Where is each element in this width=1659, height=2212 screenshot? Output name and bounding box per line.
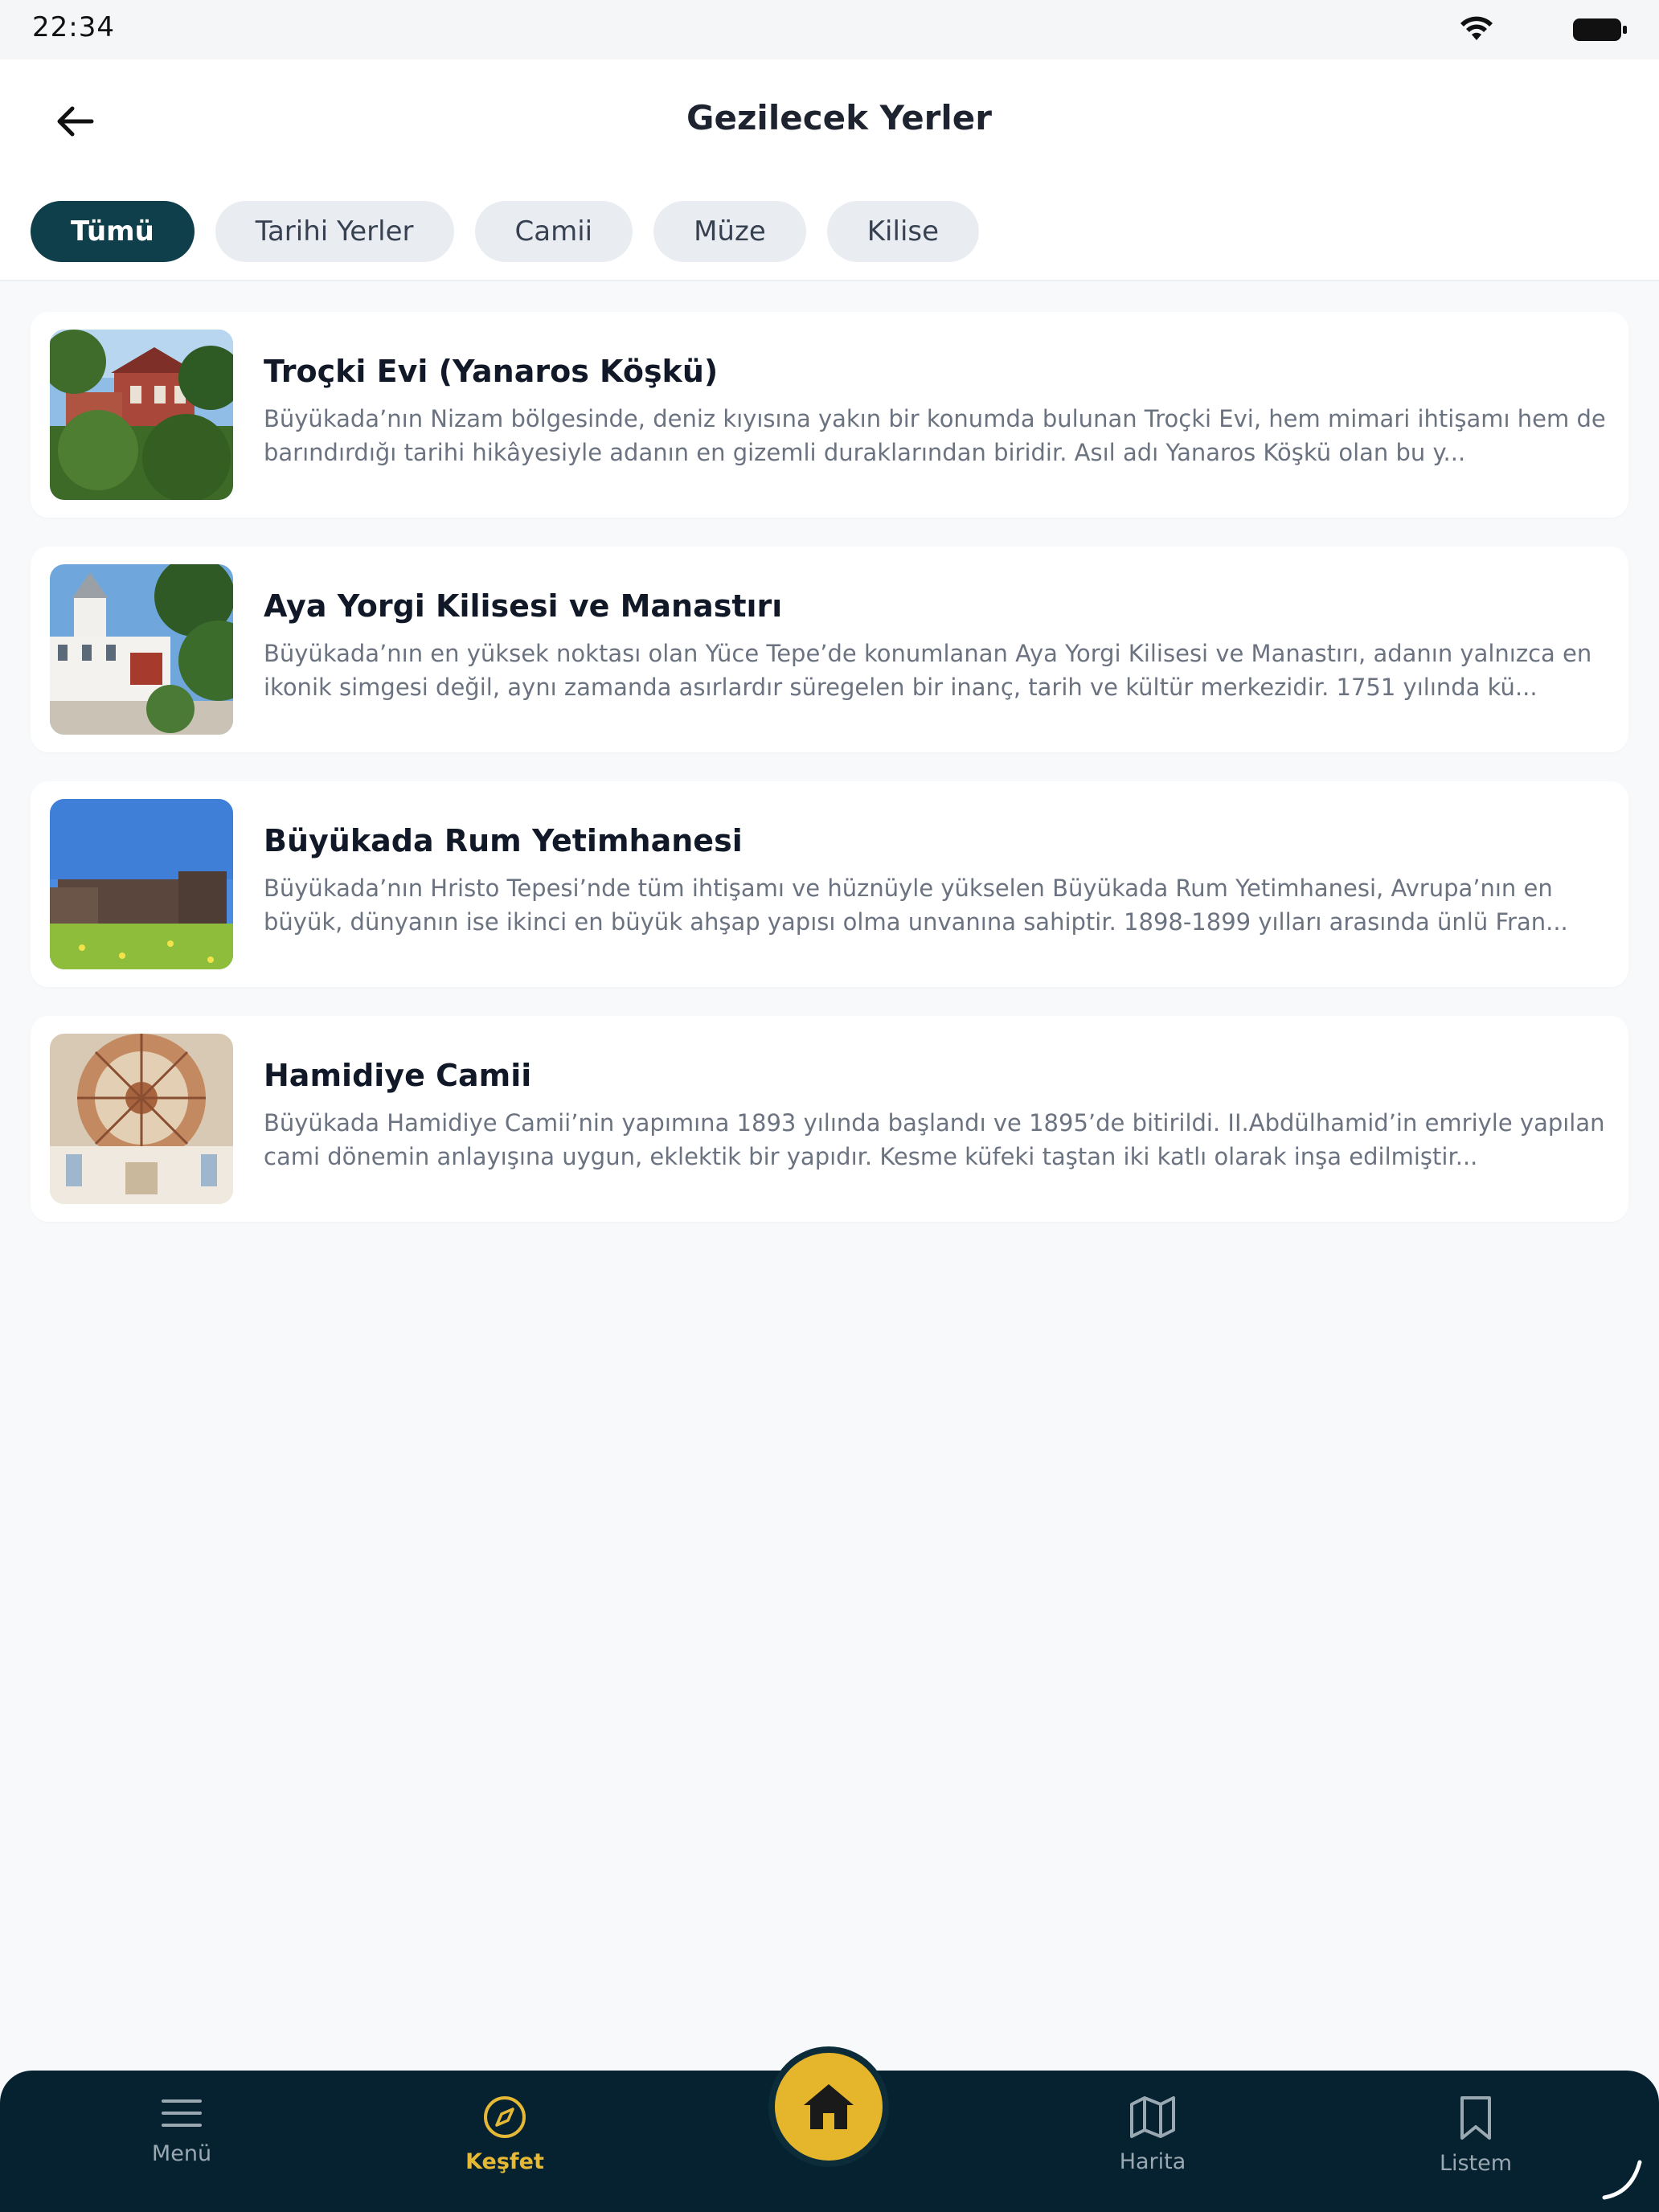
home-button[interactable] xyxy=(768,2046,889,2167)
place-thumbnail xyxy=(50,564,233,735)
place-thumbnail xyxy=(50,1034,233,1204)
mosque-dome-photo xyxy=(50,1034,233,1204)
scroll-indicator-icon xyxy=(1602,2160,1642,2200)
place-thumbnail xyxy=(50,799,233,969)
header: Gezilecek Yerler Tümü Tarihi Yerler Cami… xyxy=(0,59,1659,281)
filter-chip-all[interactable]: Tümü xyxy=(31,201,195,262)
monastery-photo xyxy=(50,564,233,735)
place-thumbnail xyxy=(50,330,233,500)
place-description: Büyükada’nın Nizam bölgesinde, deniz kıy… xyxy=(264,405,1606,466)
bookmark-icon xyxy=(1460,2096,1491,2140)
place-card[interactable]: Troçki Evi (Yanaros Köşkü) Büyükada’nın … xyxy=(31,312,1628,518)
status-time: 22:34 xyxy=(32,11,115,43)
red-mansion-photo xyxy=(50,330,233,500)
place-title: Hamidiye Camii xyxy=(264,1058,532,1093)
filter-chip-mosque[interactable]: Camii xyxy=(474,201,633,262)
nav-map-label: Harita xyxy=(1119,2149,1186,2174)
place-title: Aya Yorgi Kilisesi ve Manastırı xyxy=(264,588,783,624)
compass-icon xyxy=(484,2096,526,2138)
nav-explore[interactable]: Keşfet xyxy=(416,2095,593,2174)
nav-menu-label: Menü xyxy=(151,2141,212,2166)
home-icon xyxy=(804,2084,854,2129)
place-card[interactable]: Hamidiye Camii Büyükada Hamidiye Camii’n… xyxy=(31,1016,1628,1222)
place-description: Büyükada’nın en yüksek noktası olan Yüce… xyxy=(264,640,1592,701)
filter-chip-historic[interactable]: Tarihi Yerler xyxy=(215,201,454,262)
nav-list-label: Listem xyxy=(1439,2151,1513,2176)
filter-chip-museum[interactable]: Müze xyxy=(653,201,806,262)
place-card[interactable]: Aya Yorgi Kilisesi ve Manastırı Büyükada… xyxy=(31,547,1628,752)
filter-chip-church[interactable]: Kilise xyxy=(826,201,980,262)
place-description: Büyükada’nın Hristo Tepesi’nde tüm ihtiş… xyxy=(264,875,1568,936)
place-title: Troçki Evi (Yanaros Köşkü) xyxy=(264,354,719,389)
wifi-icon xyxy=(1460,16,1493,40)
nav-map[interactable]: Harita xyxy=(1064,2095,1241,2174)
place-description: Büyükada Hamidiye Camii’nin yapımına 189… xyxy=(264,1109,1605,1170)
status-bar: 22:34 xyxy=(0,0,1659,59)
nav-explore-label: Keşfet xyxy=(465,2149,544,2174)
nav-menu[interactable]: Menü xyxy=(93,2095,270,2166)
places-list: Troçki Evi (Yanaros Köşkü) Büyükada’nın … xyxy=(31,312,1628,1251)
page-title: Gezilecek Yerler xyxy=(686,98,992,137)
place-card[interactable]: Büyükada Rum Yetimhanesi Büyükada’nın Hr… xyxy=(31,781,1628,987)
place-title: Büyükada Rum Yetimhanesi xyxy=(264,823,743,858)
orphanage-photo xyxy=(50,799,233,969)
battery-icon xyxy=(1573,18,1627,41)
filter-chips: Tümü Tarihi Yerler Camii Müze Kilise xyxy=(31,201,980,262)
map-icon xyxy=(1130,2096,1175,2138)
menu-icon xyxy=(162,2099,202,2127)
nav-list[interactable]: Listem xyxy=(1387,2095,1564,2176)
